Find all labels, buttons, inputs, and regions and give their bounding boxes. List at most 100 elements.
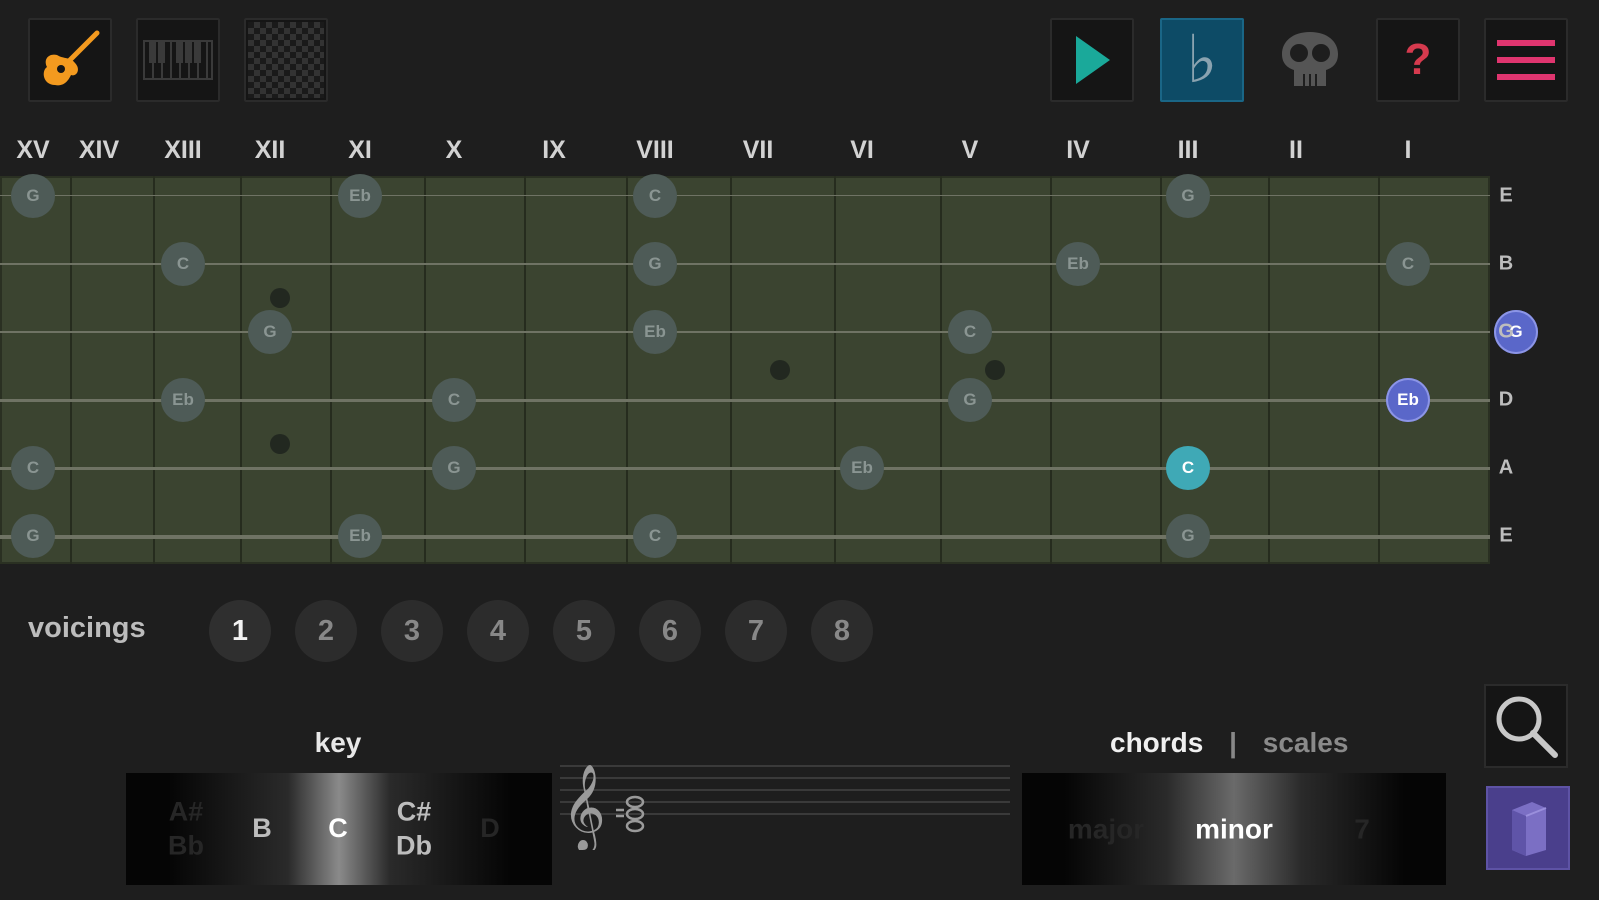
music-staff: 𝄞 xyxy=(560,764,1010,850)
fret-label: VI xyxy=(850,136,874,164)
tab-scales[interactable]: scales xyxy=(1263,727,1349,758)
wheel-item[interactable]: D xyxy=(480,812,500,846)
fret-note-marker[interactable]: G xyxy=(1166,174,1210,218)
fret-label: XII xyxy=(254,136,286,164)
fret-label: IX xyxy=(542,136,566,164)
voicing-button[interactable]: 7 xyxy=(725,600,787,662)
fret-note-marker[interactable]: C xyxy=(161,242,205,286)
voicing-button[interactable]: 6 xyxy=(639,600,701,662)
flat-toggle-button[interactable]: ♭ xyxy=(1160,18,1244,102)
fret-label: III xyxy=(1177,136,1199,164)
voicing-button[interactable]: 5 xyxy=(553,600,615,662)
fret-note-marker[interactable]: G xyxy=(11,514,55,558)
fret-note-marker[interactable]: G xyxy=(11,174,55,218)
book-button[interactable] xyxy=(1486,786,1570,870)
string-name-label: E xyxy=(1499,524,1513,547)
question-icon: ? xyxy=(1404,35,1432,84)
fret-note-marker[interactable]: C xyxy=(1166,446,1210,490)
fret-note-marker[interactable]: C xyxy=(948,310,992,354)
fret-note-marker[interactable]: G xyxy=(248,310,292,354)
string-name-label: G xyxy=(1498,320,1514,343)
wheel-item[interactable]: major xyxy=(1068,812,1144,847)
fret-note-marker[interactable]: Eb xyxy=(633,310,677,354)
fret-wire xyxy=(240,176,242,564)
fret-label: V xyxy=(961,136,979,164)
string-name-label: B xyxy=(1498,252,1514,275)
fret-note-marker[interactable]: Eb xyxy=(338,514,382,558)
tab-chords[interactable]: chords xyxy=(1110,727,1203,758)
string-name-label: A xyxy=(1498,456,1514,479)
fret-wire xyxy=(1378,176,1380,564)
play-button[interactable] xyxy=(1050,18,1134,102)
menu-button[interactable] xyxy=(1484,18,1568,102)
help-button[interactable]: ? xyxy=(1376,18,1460,102)
fret-label: XIII xyxy=(164,136,202,164)
guitar-string xyxy=(0,195,1490,196)
fret-wire xyxy=(524,176,526,564)
voicing-button[interactable]: 4 xyxy=(467,600,529,662)
play-icon xyxy=(1076,36,1110,84)
string-name-label: D xyxy=(1498,388,1514,411)
piano-mode-button[interactable] xyxy=(136,18,220,102)
guitar-string xyxy=(0,467,1490,470)
voicing-button[interactable]: 3 xyxy=(381,600,443,662)
string-name-label: E xyxy=(1499,184,1513,207)
fret-note-marker[interactable]: Eb xyxy=(161,378,205,422)
wheel-item[interactable]: C# Db xyxy=(396,795,432,863)
wheel-item[interactable]: 7 xyxy=(1354,812,1370,847)
search-button[interactable] xyxy=(1484,684,1568,768)
key-label: key xyxy=(314,727,362,758)
fret-wire xyxy=(1050,176,1052,564)
fret-note-marker[interactable]: C xyxy=(1386,242,1430,286)
fret-inlay-dot xyxy=(270,288,290,308)
guitar-string xyxy=(0,535,1490,539)
skull-button[interactable] xyxy=(1268,18,1352,102)
grid-mode-button[interactable] xyxy=(244,18,328,102)
guitar-mode-button[interactable] xyxy=(28,18,112,102)
fret-inlay-dot xyxy=(985,360,1005,380)
checkerboard-icon xyxy=(248,22,324,98)
fret-note-marker[interactable]: C xyxy=(633,174,677,218)
chord-type-wheel[interactable]: major minor 7 xyxy=(1022,773,1446,885)
treble-clef-icon: 𝄞 xyxy=(562,764,606,850)
guitar-icon xyxy=(43,30,100,86)
fret-note-marker[interactable]: G xyxy=(1166,514,1210,558)
fret-label: X xyxy=(445,136,463,164)
fret-note-marker[interactable]: C xyxy=(432,378,476,422)
fret-inlay-dot xyxy=(770,360,790,380)
fret-note-marker[interactable]: G xyxy=(948,378,992,422)
fret-label: XIV xyxy=(78,136,120,164)
voicing-button[interactable]: 2 xyxy=(295,600,357,662)
guitar-string xyxy=(0,399,1490,402)
hamburger-icon xyxy=(1497,40,1555,80)
fret-label: II xyxy=(1289,136,1303,164)
guitar-string xyxy=(0,263,1490,265)
fret-note-marker[interactable]: Eb xyxy=(338,174,382,218)
fret-note-marker[interactable]: G xyxy=(633,242,677,286)
key-wheel[interactable]: A# Bb B C C# Db D xyxy=(126,773,552,885)
fret-note-marker[interactable]: Eb xyxy=(840,446,884,490)
wheel-item[interactable]: A# Bb xyxy=(168,795,204,863)
fret-label: IV xyxy=(1066,136,1090,164)
fret-wire xyxy=(330,176,332,564)
wheel-item[interactable]: C xyxy=(328,812,348,846)
fret-note-marker[interactable]: C xyxy=(633,514,677,558)
voicing-button[interactable]: 1 xyxy=(209,600,271,662)
fret-wire xyxy=(1160,176,1162,564)
voicing-button[interactable]: 8 xyxy=(811,600,873,662)
book-icon xyxy=(1512,802,1547,856)
fret-note-marker[interactable]: Eb xyxy=(1056,242,1100,286)
fret-wire xyxy=(834,176,836,564)
fret-note-marker[interactable]: C xyxy=(11,446,55,490)
chords-scales-tabs: chords | scales xyxy=(1110,727,1348,759)
search-icon xyxy=(1496,696,1558,758)
fret-label: XI xyxy=(348,136,372,164)
wheel-item[interactable]: B xyxy=(252,812,272,846)
flat-icon: ♭ xyxy=(1186,21,1218,98)
fretboard[interactable]: G Eb C G C G Eb C G Eb C G Eb C G Eb C G Eb C G Eb C G xyxy=(0,174,1538,564)
fret-note-marker[interactable]: Eb xyxy=(1386,378,1430,422)
fret-wire xyxy=(153,176,155,564)
fret-label: I xyxy=(1404,136,1412,164)
wheel-item[interactable]: minor xyxy=(1195,812,1273,847)
fret-note-marker[interactable]: G xyxy=(432,446,476,490)
